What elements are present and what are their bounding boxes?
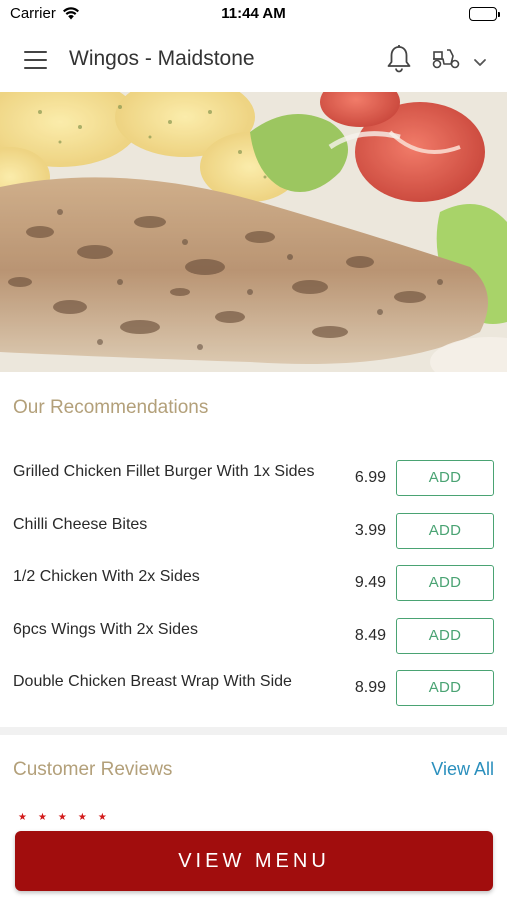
item-name: Double Chicken Breast Wrap With Side xyxy=(13,673,292,690)
item-price: 6.99 xyxy=(354,469,386,486)
recommendations-title: Our Recommendations xyxy=(13,397,209,418)
list-item: 1/2 Chicken With 2x Sides 9.49 ADD xyxy=(0,565,507,619)
clock: 11:44 AM xyxy=(221,5,286,22)
item-name: Chilli Cheese Bites xyxy=(13,516,148,533)
add-button[interactable]: ADD xyxy=(396,460,494,496)
item-price: 3.99 xyxy=(354,522,386,539)
reviews-title: Customer Reviews xyxy=(13,759,173,780)
menu-icon[interactable] xyxy=(24,51,47,69)
cta-bar: VIEW MENU xyxy=(0,822,507,900)
hero-image xyxy=(0,92,507,372)
list-item: Grilled Chicken Fillet Burger With 1x Si… xyxy=(0,460,507,514)
item-price: 9.49 xyxy=(354,574,386,591)
list-item: 6pcs Wings With 2x Sides 8.49 ADD xyxy=(0,618,507,672)
app-header: Wingos - Maidstone xyxy=(0,28,507,92)
item-name: Grilled Chicken Fillet Burger With 1x Si… xyxy=(13,463,315,480)
status-bar: Carrier 11:44 AM xyxy=(0,0,507,28)
list-item: Double Chicken Breast Wrap With Side 8.9… xyxy=(0,670,507,724)
battery-icon xyxy=(469,7,500,21)
view-menu-button[interactable]: VIEW MENU xyxy=(15,831,493,891)
item-price: 8.49 xyxy=(354,627,386,644)
item-name: 6pcs Wings With 2x Sides xyxy=(13,621,198,638)
add-button[interactable]: ADD xyxy=(396,513,494,549)
page-title: Wingos - Maidstone xyxy=(69,47,255,70)
add-button[interactable]: ADD xyxy=(396,565,494,601)
scooter-icon[interactable] xyxy=(431,46,461,75)
item-name: 1/2 Chicken With 2x Sides xyxy=(13,568,200,585)
list-item: Chilli Cheese Bites 3.99 ADD xyxy=(0,513,507,567)
add-button[interactable]: ADD xyxy=(396,618,494,654)
view-all-link[interactable]: View All xyxy=(431,759,494,780)
bell-icon[interactable] xyxy=(385,44,413,79)
section-divider xyxy=(0,727,507,735)
chevron-down-icon[interactable] xyxy=(473,54,487,72)
add-button[interactable]: ADD xyxy=(396,670,494,706)
item-price: 8.99 xyxy=(354,679,386,696)
